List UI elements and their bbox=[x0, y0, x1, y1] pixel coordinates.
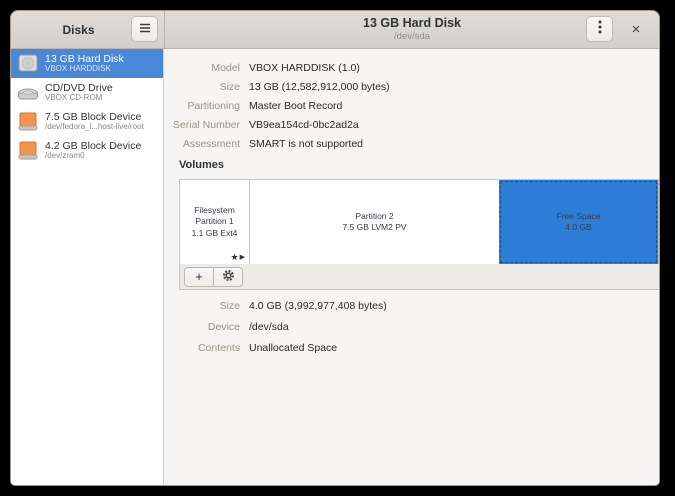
close-button[interactable]: × bbox=[623, 16, 649, 42]
partition-1-block[interactable]: Filesystem Partition 1 1.1 GB Ext4 ★▶ bbox=[180, 180, 250, 264]
window-title: 13 GB Hard Disk bbox=[363, 17, 461, 31]
gear-icon bbox=[222, 269, 235, 285]
optical-drive-icon bbox=[17, 83, 39, 103]
partition-options-button[interactable] bbox=[213, 267, 243, 287]
block-device-icon bbox=[17, 141, 39, 161]
window-title-block: 13 GB Hard Disk /dev/sda bbox=[363, 17, 461, 42]
info-label: Assessment bbox=[164, 138, 240, 150]
info-value: /dev/sda bbox=[249, 321, 387, 333]
info-label: Contents bbox=[164, 342, 240, 354]
sidebar-header: Disks bbox=[11, 11, 165, 48]
free-space-block[interactable]: Free Space 4.0 GB bbox=[499, 180, 658, 264]
drive-menu-button[interactable] bbox=[586, 16, 613, 42]
volumes-heading: Volumes bbox=[179, 159, 224, 171]
sidebar-item-13gb-hard-disk[interactable]: 13 GB Hard Disk VBOX HARDDISK bbox=[11, 49, 163, 78]
info-value: VB9ea154cd-0bc2ad2a bbox=[249, 119, 390, 131]
kebab-icon bbox=[598, 20, 602, 39]
volume-info-grid: Size 4.0 GB (3,992,977,408 bytes) Device… bbox=[164, 295, 387, 358]
disks-window: Disks 13 GB Hard Disk /dev/sda × bbox=[10, 10, 660, 486]
device-subtitle: VBOX CD-ROM bbox=[45, 94, 113, 102]
info-label: Model bbox=[164, 62, 240, 74]
partition-1-labels: Filesystem Partition 1 1.1 GB Ext4 bbox=[192, 205, 238, 240]
partition-2-labels: Partition 2 7.5 GB LVM2 PV bbox=[342, 211, 406, 234]
info-label: Serial Number bbox=[164, 119, 240, 131]
info-value: VBOX HARDDISK (1.0) bbox=[249, 62, 390, 74]
volumes-toolbar: + bbox=[179, 264, 660, 290]
header-bar: Disks 13 GB Hard Disk /dev/sda × bbox=[11, 11, 659, 49]
volumes-map: Filesystem Partition 1 1.1 GB Ext4 ★▶ Pa… bbox=[179, 179, 659, 265]
info-label: Device bbox=[164, 321, 240, 333]
mounted-play-icon: ▶ bbox=[240, 254, 246, 261]
app-title: Disks bbox=[62, 23, 94, 37]
info-label: Size bbox=[164, 300, 240, 312]
plus-icon: + bbox=[195, 269, 203, 284]
info-value: 4.0 GB (3,992,977,408 bytes) bbox=[249, 300, 387, 312]
info-value: SMART is not supported bbox=[249, 138, 390, 150]
bootable-star-icon: ★ bbox=[231, 252, 240, 262]
info-value: 13 GB (12,582,912,000 bytes) bbox=[249, 81, 390, 93]
sidebar-item-cd-dvd-drive[interactable]: CD/DVD Drive VBOX CD-ROM bbox=[11, 78, 163, 107]
hamburger-icon bbox=[139, 20, 151, 38]
window-subtitle: /dev/sda bbox=[363, 32, 461, 42]
device-subtitle: /dev/fedora_l...host-live/root bbox=[45, 123, 144, 131]
sidebar-item-42gb-block-device[interactable]: 4.2 GB Block Device /dev/zram0 bbox=[11, 136, 163, 165]
partition-2-block[interactable]: Partition 2 7.5 GB LVM2 PV bbox=[250, 180, 499, 264]
main-header: 13 GB Hard Disk /dev/sda × bbox=[165, 11, 659, 48]
partition-flags: ★▶ bbox=[231, 252, 246, 263]
device-subtitle: VBOX HARDDISK bbox=[45, 65, 124, 73]
create-partition-button[interactable]: + bbox=[184, 267, 214, 287]
device-subtitle: /dev/zram0 bbox=[45, 152, 141, 160]
close-icon: × bbox=[632, 21, 641, 38]
free-space-labels: Free Space 4.0 GB bbox=[557, 211, 601, 234]
info-value: Master Boot Record bbox=[249, 100, 390, 112]
info-value: Unallocated Space bbox=[249, 342, 387, 354]
device-sidebar: 13 GB Hard Disk VBOX HARDDISK CD/DVD Dri… bbox=[11, 49, 164, 486]
info-label: Size bbox=[164, 81, 240, 93]
hamburger-menu-button[interactable] bbox=[131, 16, 158, 42]
drive-detail-pane: Model VBOX HARDDISK (1.0) Size 13 GB (12… bbox=[164, 49, 659, 486]
drive-info-grid: Model VBOX HARDDISK (1.0) Size 13 GB (12… bbox=[164, 58, 390, 153]
sidebar-item-75gb-block-device[interactable]: 7.5 GB Block Device /dev/fedora_l...host… bbox=[11, 107, 163, 136]
info-label: Partitioning bbox=[164, 100, 240, 112]
block-device-icon bbox=[17, 112, 39, 132]
harddisk-icon bbox=[17, 54, 39, 74]
